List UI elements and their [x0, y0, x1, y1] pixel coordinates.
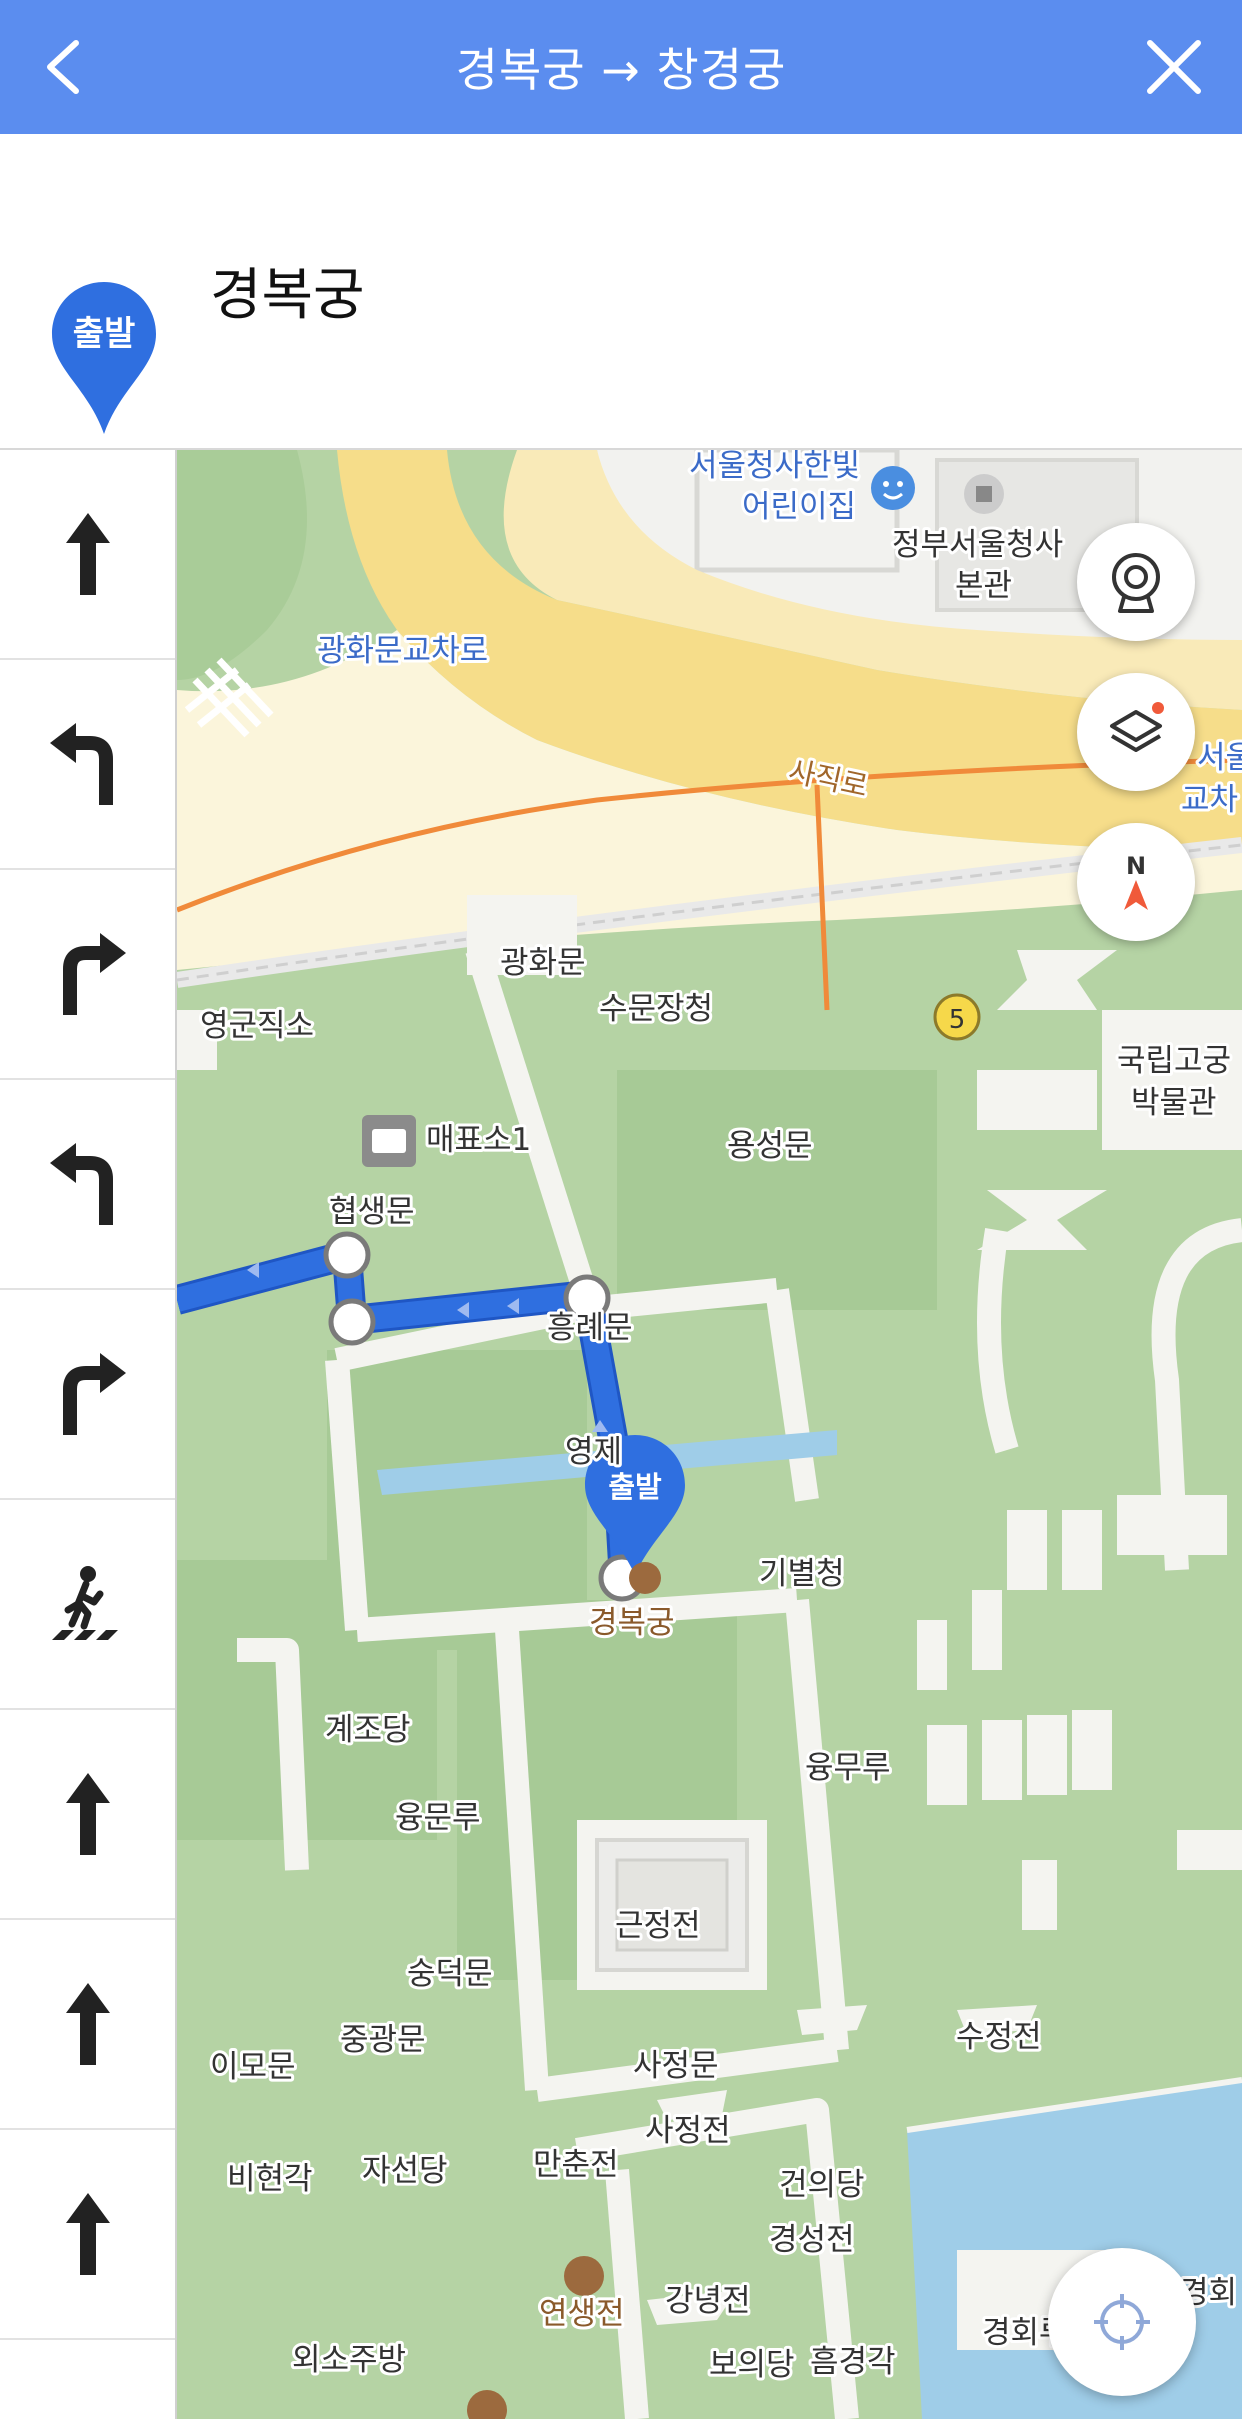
- map-label: 용성문: [727, 1128, 813, 1164]
- layers-button[interactable]: [1077, 673, 1195, 791]
- arrow-up-icon: [65, 2193, 110, 2275]
- turn-left-icon: [49, 1143, 113, 1225]
- map-label: 어린이집: [742, 489, 856, 525]
- origin-panel: 출발 경복궁: [0, 134, 1242, 450]
- map-label: 수문장청: [599, 991, 713, 1027]
- back-button[interactable]: [38, 37, 98, 97]
- step-item[interactable]: [0, 1290, 175, 1500]
- map-label: 계조당: [325, 1712, 411, 1748]
- street-view-button[interactable]: [1077, 523, 1195, 641]
- crosshair-icon: [1094, 2294, 1150, 2350]
- map-label: 서울청사한빛: [689, 450, 860, 484]
- close-button[interactable]: [1144, 37, 1204, 97]
- close-icon: [1147, 40, 1201, 94]
- map-label: 박물관: [1131, 1085, 1217, 1121]
- step-item[interactable]: [0, 1710, 175, 1920]
- map-label: 영제: [565, 1434, 622, 1470]
- header-bar: 경복궁 → 창경궁: [0, 0, 1242, 134]
- map-label: 광화문: [500, 945, 586, 981]
- map-label: 경성전: [769, 2222, 855, 2258]
- step-item[interactable]: [0, 870, 175, 1080]
- palace-icon: [629, 1562, 661, 1594]
- map-label: 기별청: [759, 1556, 845, 1592]
- map-view[interactable]: 출발 5 서울청사한빛 어린이집 정부서울청사 본관 광화문교차로 사직로 서울…: [177, 450, 1242, 2419]
- map-label: 서울: [1197, 740, 1242, 776]
- origin-name: 경복궁: [210, 263, 365, 328]
- arrow-up-icon: [65, 1983, 110, 2065]
- compass-button[interactable]: N: [1077, 823, 1195, 941]
- map-label: 영군직소: [200, 1008, 314, 1044]
- my-location-button[interactable]: [1048, 2248, 1196, 2396]
- compass-icon: N: [1124, 852, 1148, 910]
- step-item[interactable]: [0, 1080, 175, 1290]
- map-label: 경복궁: [589, 1605, 675, 1641]
- map-label: 강녕전: [665, 2283, 751, 2319]
- step-item[interactable]: [0, 450, 175, 660]
- daycare-icon: [871, 466, 915, 510]
- map-label: 자선당: [362, 2153, 448, 2189]
- map-label: 보의당: [709, 2347, 795, 2383]
- map-label: 융문루: [395, 1800, 481, 1836]
- map-label: 이모문: [210, 2049, 296, 2085]
- map-label: 협생문: [329, 1194, 415, 1230]
- step-item[interactable]: [0, 1500, 175, 1710]
- route-title: 경복궁 → 창경궁: [455, 43, 787, 97]
- step-item[interactable]: [0, 660, 175, 870]
- map-label: 교차: [1181, 782, 1238, 818]
- map-label: 흠경각: [810, 2344, 896, 2380]
- map-label: 광화문교차로: [317, 633, 488, 669]
- step-item[interactable]: [0, 2130, 175, 2340]
- map-label: 연생전: [539, 2296, 625, 2332]
- layers-icon: [1110, 702, 1164, 752]
- map-label: 외소주방: [292, 2342, 406, 2378]
- street-view-icon: [1112, 553, 1160, 613]
- turn-left-icon: [49, 723, 113, 805]
- crosswalk-icon: [51, 1566, 118, 1640]
- government-icon: [964, 474, 1004, 514]
- direction-steps: [0, 450, 177, 2419]
- turn-right-icon: [62, 933, 126, 1015]
- bus-stop-marker[interactable]: 5: [933, 993, 981, 1041]
- map-label: 사정문: [633, 2048, 719, 2084]
- map-label: 흥례문: [547, 1310, 633, 1346]
- map-label: 건의당: [779, 2167, 865, 2203]
- map-label: 본관: [955, 568, 1012, 604]
- map-label: 만춘전: [533, 2147, 619, 2183]
- start-marker-label: 출발: [608, 1470, 662, 1504]
- chevron-left-icon: [47, 40, 79, 94]
- svg-text:N: N: [1126, 852, 1146, 880]
- map-label: 비현각: [227, 2161, 313, 2197]
- map-label: 매표소1: [426, 1122, 531, 1158]
- step-item[interactable]: [0, 1920, 175, 2130]
- map-label: 정부서울청사: [892, 527, 1063, 563]
- map-label: 사정전: [645, 2113, 731, 2149]
- map-label: 숭덕문: [407, 1956, 493, 1992]
- bus-stop-number: 5: [949, 1005, 966, 1035]
- arrow-up-icon: [65, 1773, 110, 1855]
- palace-icon: [564, 2256, 604, 2296]
- map-label: 수정전: [956, 2019, 1042, 2055]
- arrow-up-icon: [65, 513, 110, 595]
- ticket-icon: [362, 1115, 416, 1167]
- map-label: 융무루: [805, 1750, 891, 1786]
- map-label: 국립고궁: [1117, 1043, 1231, 1079]
- map-label: 근정전: [615, 1908, 701, 1944]
- origin-badge: 출발: [73, 314, 136, 354]
- map-label: 중광문: [340, 2022, 426, 2058]
- turn-right-icon: [62, 1353, 126, 1435]
